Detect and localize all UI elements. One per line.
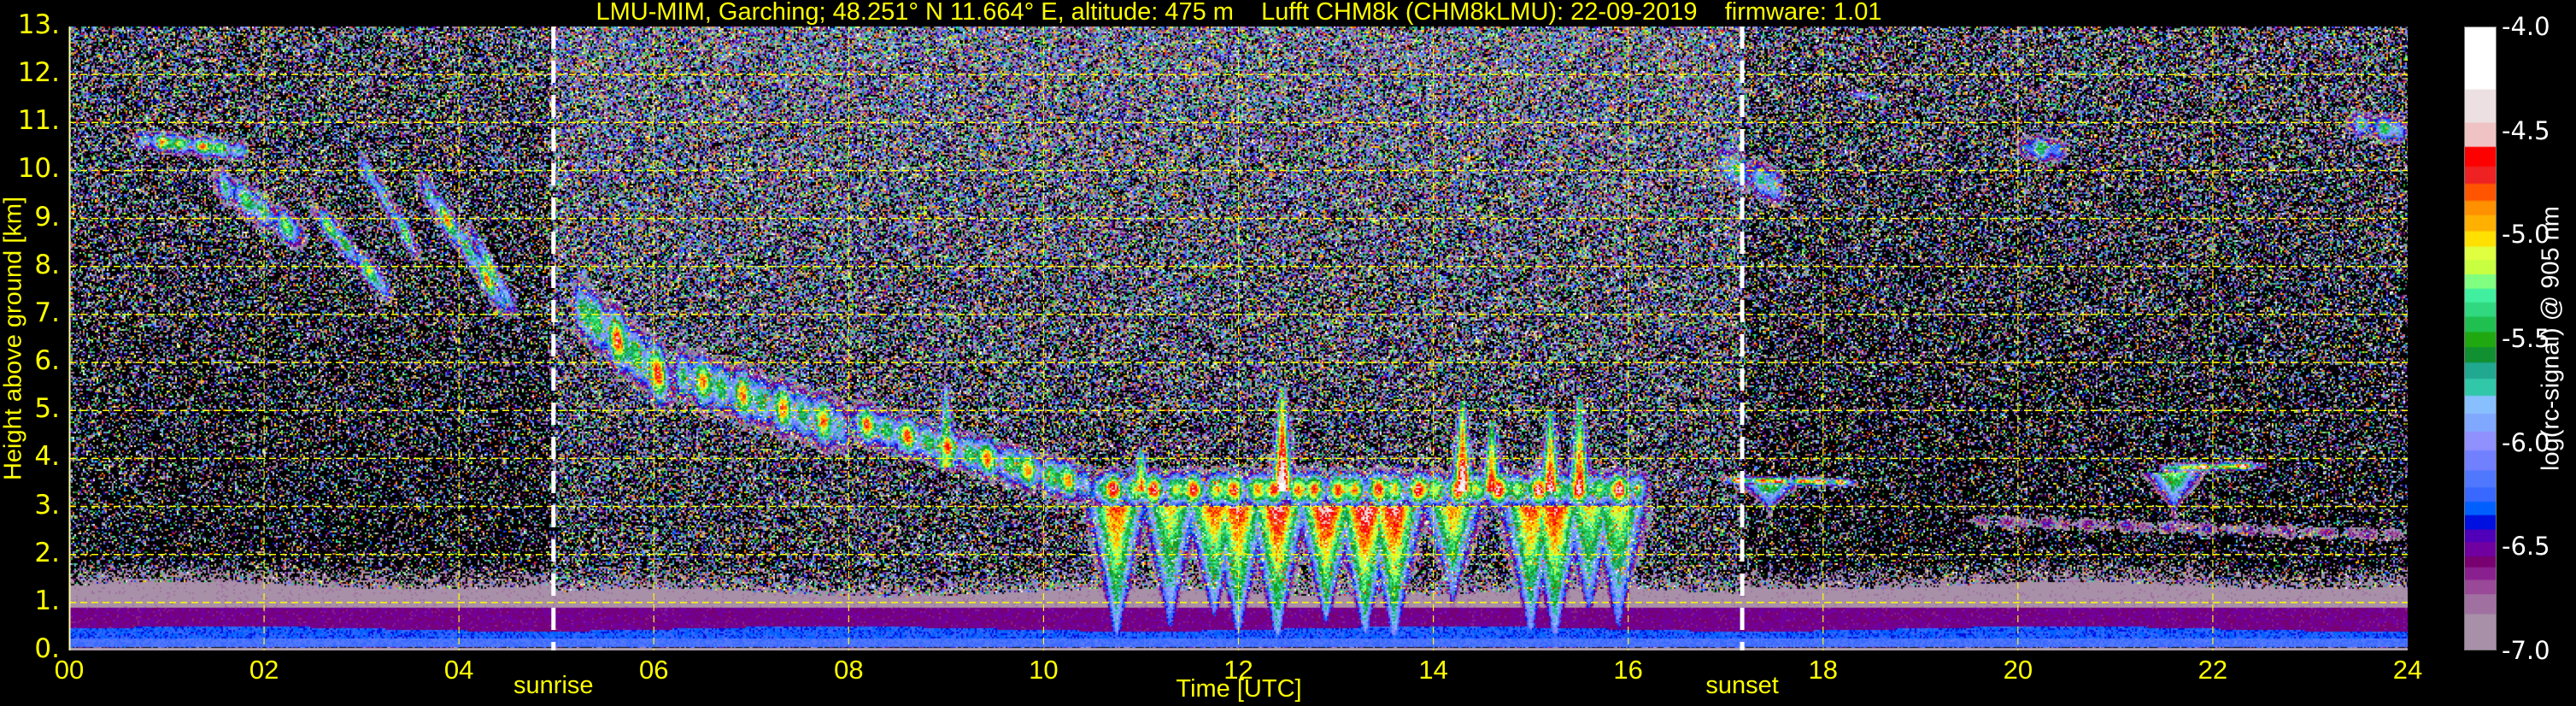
y-tick-label: 5.: [34, 393, 60, 425]
x-tick-label: 16: [1613, 655, 1643, 685]
x-tick-label: 10: [1029, 655, 1059, 685]
y-tick-label: 12.: [17, 57, 60, 89]
y-tick-label: 4.: [34, 441, 60, 473]
x-tick-label: 14: [1418, 655, 1448, 685]
grid-overlay: [68, 26, 2408, 650]
x-tick-label: 24: [2392, 655, 2423, 685]
y-tick-label: 7.: [34, 297, 60, 329]
colorbar-tick-label: -4.0: [2502, 12, 2550, 41]
y-tick-label: 3.: [34, 489, 60, 521]
colorbar: [2464, 26, 2497, 650]
y-tick-label: 13.: [17, 9, 60, 41]
x-tick-label: 22: [2198, 655, 2228, 685]
x-tick-label: 02: [249, 655, 279, 685]
x-tick-label: 20: [2003, 655, 2033, 685]
y-tick-label: 9.: [34, 201, 60, 232]
x-tick-label: 06: [639, 655, 669, 685]
x-tick-label: 04: [443, 655, 474, 685]
colorbar-tick-label: -6.5: [2502, 532, 2550, 562]
colorbar-tick-label: -7.0: [2502, 636, 2550, 665]
colorbar-tick-label: -4.5: [2502, 115, 2550, 145]
chart-title: LMU-MIM, Garching; 48.251° N 11.664° E, …: [596, 0, 1882, 26]
x-tick-label: 18: [1808, 655, 1838, 685]
y-tick-label: 10.: [17, 153, 60, 185]
y-tick-label: 1.: [34, 585, 60, 617]
y-axis-title: Height above ground [km]: [0, 196, 27, 481]
y-tick-label: 6.: [34, 345, 60, 377]
x-tick-label: 08: [834, 655, 864, 685]
colorbar-title: log(rc-signal) @ 905 nm: [2537, 206, 2565, 471]
y-tick-label: 11.: [17, 105, 60, 137]
sunrise-label: sunrise: [513, 672, 594, 699]
x-tick-label: 00: [54, 655, 85, 685]
y-tick-label: 8.: [34, 249, 60, 280]
sunset-label: sunset: [1705, 672, 1779, 699]
x-axis-title: Time [UTC]: [1176, 675, 1302, 703]
plot-area: [68, 26, 2408, 650]
y-tick-label: 2.: [34, 537, 60, 568]
